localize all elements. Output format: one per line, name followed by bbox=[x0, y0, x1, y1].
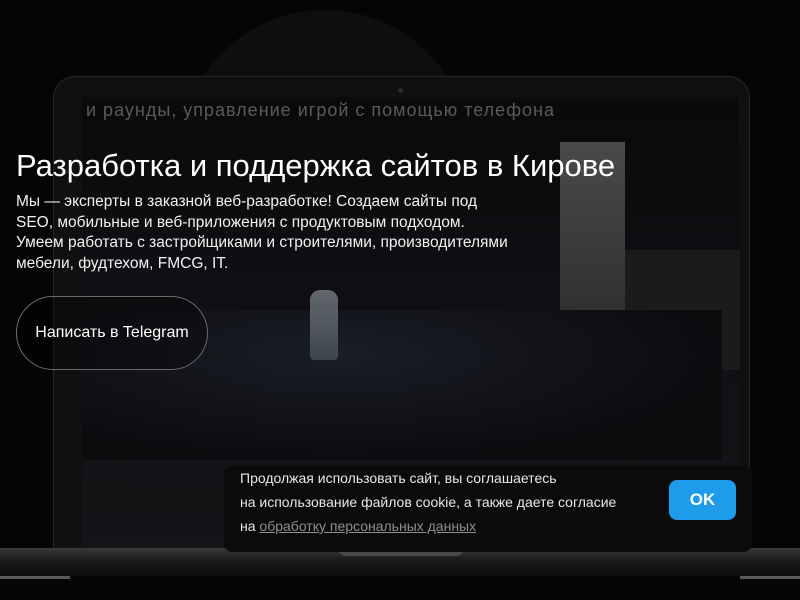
cookie-line-3: на обработку персональных данных bbox=[240, 514, 660, 538]
page-title: Разработка и поддержка сайтов в Кирове bbox=[16, 148, 616, 183]
cookie-banner: Продолжая использовать сайт, вы соглашае… bbox=[224, 466, 752, 552]
cookie-line-3-prefix: на bbox=[240, 518, 260, 534]
speaker-figure-image bbox=[310, 290, 338, 360]
cookie-line-1: Продолжая использовать сайт, вы соглашае… bbox=[240, 470, 557, 486]
cookie-ok-button[interactable]: OK bbox=[669, 480, 736, 520]
laptop-camera bbox=[398, 88, 403, 93]
privacy-policy-link[interactable]: обработку персональных данных bbox=[259, 518, 476, 534]
screen-caption: и раунды, управление игрой с помощью тел… bbox=[86, 100, 555, 120]
laptop-edge-left bbox=[0, 576, 70, 579]
cookie-line-2: на использование файлов cookie, а также … bbox=[240, 494, 617, 510]
laptop-edge-right bbox=[740, 576, 800, 579]
telegram-button[interactable]: Написать в Telegram bbox=[16, 296, 208, 370]
hero-description: Мы — эксперты в заказной веб-разработке!… bbox=[16, 193, 508, 272]
cookie-text: Продолжая использовать сайт, вы соглашае… bbox=[240, 466, 660, 538]
